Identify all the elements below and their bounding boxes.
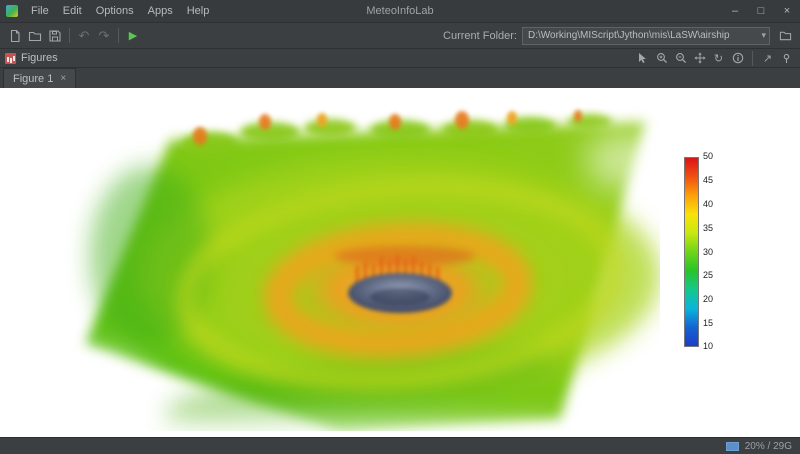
undo-button[interactable]: ↶ bbox=[74, 26, 94, 46]
colorbar-tick: 25 bbox=[703, 270, 714, 280]
figure-tools: ↻ ↗ bbox=[634, 50, 795, 66]
pin-icon bbox=[781, 53, 792, 64]
toolbar-separator bbox=[118, 28, 119, 43]
colorbar-tick: 45 bbox=[703, 175, 714, 185]
open-button[interactable] bbox=[25, 26, 45, 46]
volume-render-3d bbox=[60, 110, 660, 431]
tab-close-icon[interactable]: × bbox=[60, 73, 66, 84]
cursor-arrow-icon bbox=[637, 52, 648, 64]
menu-apps[interactable]: Apps bbox=[141, 0, 180, 22]
menu-options[interactable]: Options bbox=[89, 0, 141, 22]
zoom-out-icon bbox=[675, 52, 687, 64]
toolbar: ↶ ↷ ▶ Current Folder: D:\Working\MIScrip… bbox=[0, 22, 800, 48]
menu-edit[interactable]: Edit bbox=[56, 0, 89, 22]
colorbar-tick: 30 bbox=[703, 247, 714, 257]
colorbar-tick: 35 bbox=[703, 223, 714, 233]
colorbar-tick: 15 bbox=[703, 318, 714, 328]
colorbar-tick: 20 bbox=[703, 294, 714, 304]
close-button[interactable]: × bbox=[774, 0, 800, 22]
current-folder-path: D:\Working\MIScript\Jython\mis\LaSW\airs… bbox=[528, 30, 730, 41]
storm-eye bbox=[348, 273, 452, 313]
app-window: File Edit Options Apps Help MeteoInfoLab… bbox=[0, 0, 800, 454]
new-script-button[interactable] bbox=[5, 26, 25, 46]
select-cursor-button[interactable] bbox=[634, 50, 651, 66]
figure-tools-separator bbox=[752, 50, 753, 66]
zoom-in-icon bbox=[656, 52, 668, 64]
zoom-out-button[interactable] bbox=[672, 50, 689, 66]
figures-panel-icon bbox=[5, 52, 16, 64]
colorbar-tick: 10 bbox=[703, 341, 714, 351]
detach-panel-button[interactable]: ↗ bbox=[759, 50, 776, 66]
maximize-button[interactable]: □ bbox=[748, 0, 774, 22]
save-button[interactable] bbox=[45, 26, 65, 46]
open-folder-icon bbox=[28, 29, 42, 43]
info-button[interactable] bbox=[729, 50, 746, 66]
toolbar-separator bbox=[69, 28, 70, 43]
pan-button[interactable] bbox=[691, 50, 708, 66]
info-icon bbox=[732, 52, 744, 64]
move-icon bbox=[693, 52, 706, 64]
chevron-down-icon: ▾ bbox=[761, 30, 766, 40]
memory-usage-text: 20% / 29G bbox=[744, 440, 792, 452]
colorbar bbox=[684, 157, 699, 347]
app-icon bbox=[6, 5, 18, 17]
save-icon bbox=[48, 29, 62, 43]
rotate-button[interactable]: ↻ bbox=[710, 50, 727, 66]
current-folder-group: Current Folder: D:\Working\MIScript\Jyth… bbox=[443, 26, 795, 46]
tab-label: Figure 1 bbox=[13, 72, 54, 85]
colorbar-tick: 40 bbox=[703, 199, 714, 209]
menu-help[interactable]: Help bbox=[180, 0, 217, 22]
current-folder-combo[interactable]: D:\Working\MIScript\Jython\mis\LaSW\airs… bbox=[522, 26, 770, 45]
browse-folder-button[interactable] bbox=[775, 26, 795, 46]
tab-figure-1[interactable]: Figure 1 × bbox=[3, 68, 77, 88]
figures-panel-title: Figures bbox=[21, 52, 58, 64]
titlebar: File Edit Options Apps Help MeteoInfoLab… bbox=[0, 0, 800, 22]
figures-panel-header: Figures ↻ ↗ bbox=[0, 48, 800, 67]
folder-icon bbox=[779, 29, 792, 42]
minimize-button[interactable]: – bbox=[722, 0, 748, 22]
colorbar-tick: 50 bbox=[703, 151, 714, 161]
menu-file[interactable]: File bbox=[24, 0, 56, 22]
figure-tab-bar: Figure 1 × bbox=[0, 67, 800, 88]
statusbar: 20% / 29G bbox=[0, 437, 800, 454]
new-file-icon bbox=[8, 29, 22, 43]
pin-panel-button[interactable] bbox=[778, 50, 795, 66]
window-controls: – □ × bbox=[722, 0, 800, 22]
figure-canvas: 50 45 40 35 30 25 20 15 10 bbox=[0, 88, 800, 437]
redo-button[interactable]: ↷ bbox=[94, 26, 114, 46]
zoom-in-button[interactable] bbox=[653, 50, 670, 66]
current-folder-label: Current Folder: bbox=[443, 29, 517, 42]
memory-progress-bar bbox=[725, 441, 739, 451]
window-title: MeteoInfoLab bbox=[366, 5, 434, 17]
run-button[interactable]: ▶ bbox=[123, 26, 143, 46]
